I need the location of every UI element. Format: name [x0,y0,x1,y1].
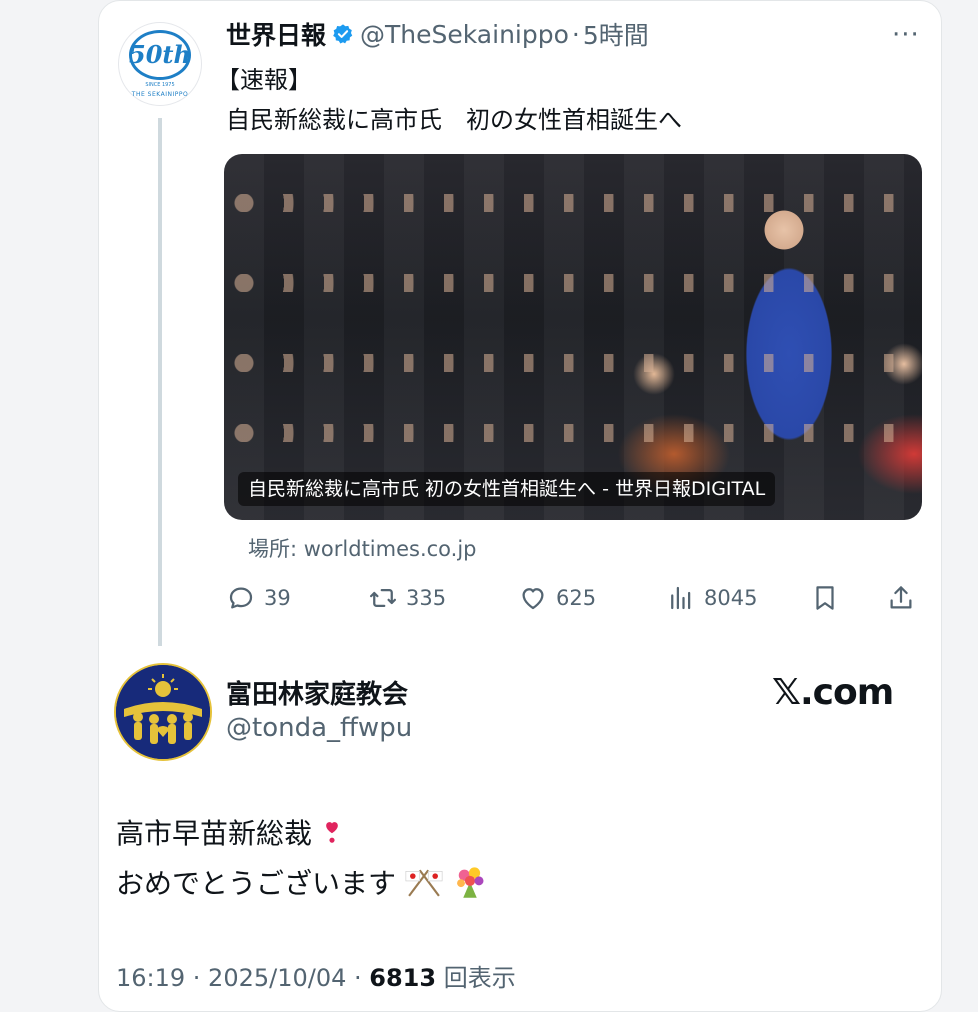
crowd-row [224,194,922,212]
views-button[interactable]: 8045 [666,578,757,618]
tonda-avatar[interactable] [114,663,212,761]
view-count-number: 6813 [369,964,437,992]
author-handle[interactable]: @tonda_ffwpu [226,713,412,743]
anniversary-logo: 50th [129,30,191,80]
tweet-text-line2-content: おめでとうございます [116,867,397,900]
crowd-row [224,424,922,442]
link-source[interactable]: 場所: worldtimes.co.jp [248,533,477,563]
more-options-icon[interactable]: ··· [892,20,920,50]
views-label: 回表示 [436,964,516,992]
like-count: 625 [556,586,597,610]
share-icon [890,586,912,609]
tweet-timestamp[interactable]: 16:19 · 2025/10/04 · [116,964,369,992]
reply-count: 39 [264,586,291,610]
heart-exclamation-icon [326,822,338,843]
link-card-title[interactable]: 自民新総裁に高市氏 初の女性首相誕生へ - 世界日報DIGITAL [238,472,776,506]
reply-button[interactable]: 39 [226,578,291,618]
quoted-timestamp[interactable]: 5時間 [583,16,649,52]
repost-button[interactable]: 335 [368,578,446,618]
repost-count: 335 [406,586,447,610]
quoted-text-line2: 自民新総裁に高市氏 初の女性首相誕生へ [226,106,682,134]
tweet-text-line1: 高市早苗新総裁 [116,812,346,852]
link-card-image[interactable]: 自民新総裁に高市氏 初の女性首相誕生へ - 世界日報DIGITAL [224,154,922,520]
views-chart-icon [671,586,691,610]
crossed-flags-icon [405,869,443,897]
avatar-brand-text: THE SEKAINIPPO [131,91,189,98]
tweet-meta: 16:19 · 2025/10/04 · 6813 回表示 [116,958,516,993]
crowd-row [224,274,922,292]
share-button[interactable] [886,578,924,618]
action-bar: 39 335 625 8045 [226,578,926,618]
tweet-text-line1-content: 高市早苗新総裁 [116,817,313,850]
author-name[interactable]: 富田林家庭教会 [226,674,408,711]
quoted-author-name[interactable]: 世界日報 [226,16,326,52]
crowd-row [224,354,922,372]
bookmark-icon [816,586,834,610]
x-com-logo: 𝕏.com [772,672,894,713]
reply-icon [229,587,253,609]
family-church-logo-icon [116,665,210,759]
quoted-header: 世界日報 @TheSekainippo · 5時間 [226,16,649,52]
quoted-author-handle[interactable]: @TheSekainippo [360,20,569,49]
thread-line [158,118,162,646]
avatar-since-text: SINCE 1975 [145,82,175,88]
like-button[interactable]: 625 [518,578,596,618]
quoted-text-line1: 【速報】 [216,66,312,94]
bookmark-button[interactable] [810,578,848,618]
separator-dot: · [571,19,580,49]
heart-icon [522,588,544,610]
repost-icon [370,589,396,607]
tweet-text-line2: おめでとうございます [116,862,488,902]
bouquet-icon [457,867,484,898]
sekainippo-avatar[interactable]: 50th SINCE 1975 THE SEKAINIPPO [118,22,202,106]
verified-badge-icon [333,24,353,44]
view-count: 8045 [704,586,758,610]
